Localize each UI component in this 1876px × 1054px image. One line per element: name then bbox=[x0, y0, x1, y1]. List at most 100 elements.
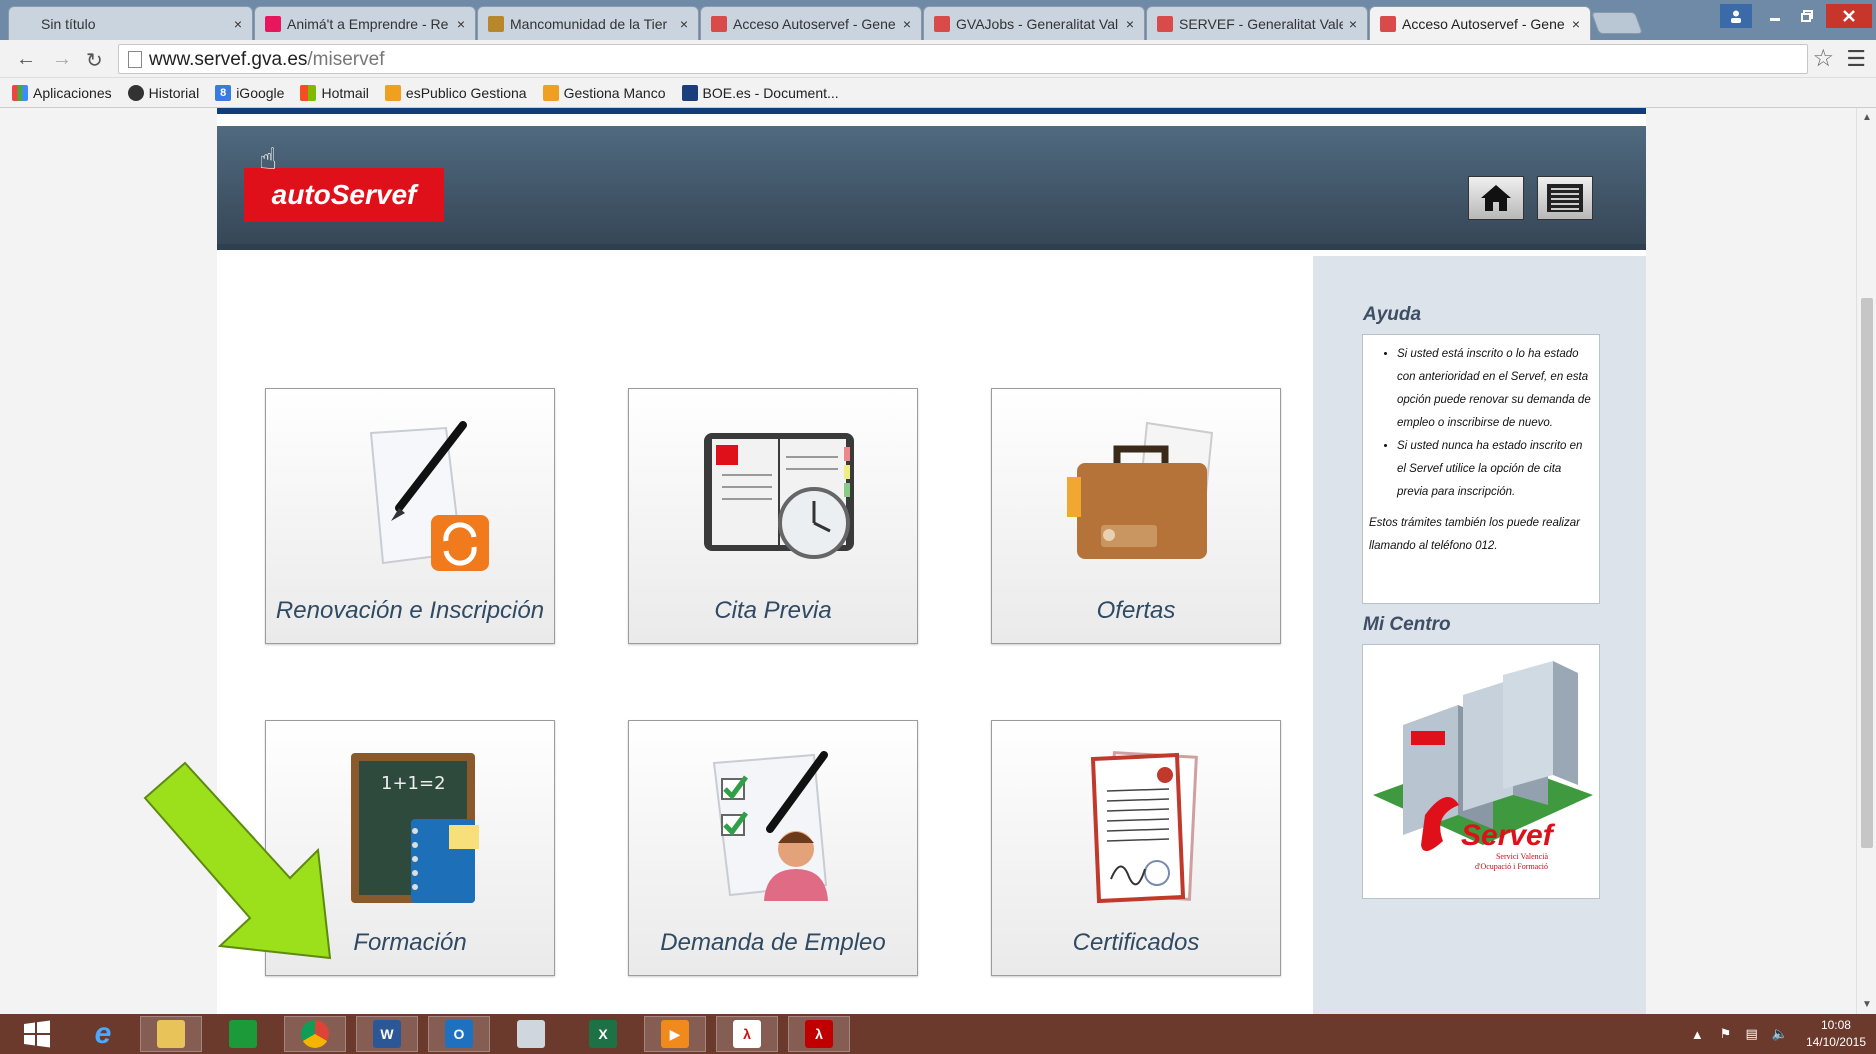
taskbar-calculator[interactable] bbox=[500, 1016, 562, 1052]
start-button[interactable] bbox=[6, 1016, 68, 1052]
gva-favicon-icon bbox=[1380, 15, 1396, 32]
taskbar-acrobat-2[interactable]: λ bbox=[788, 1016, 850, 1052]
tab-title: Animá't a Emprendre - Re bbox=[287, 15, 449, 32]
taskbar-acrobat[interactable]: λ bbox=[716, 1016, 778, 1052]
apps-grid-icon bbox=[12, 84, 28, 101]
tile-ofertas[interactable]: Ofertas bbox=[991, 388, 1281, 644]
tile-certificados[interactable]: Certificados bbox=[991, 720, 1281, 976]
tab-0[interactable]: Sin título × bbox=[8, 6, 253, 40]
servef-sub-text: Servici Valencià bbox=[1496, 852, 1549, 861]
tab-title: GVAJobs - Generalitat Val bbox=[956, 15, 1119, 32]
bookmark-igoogle[interactable]: 8 iGoogle bbox=[215, 84, 284, 101]
tab-4[interactable]: GVAJobs - Generalitat Val × bbox=[923, 6, 1145, 40]
windows-taskbar: e W O X ▶ λ λ ▲ ⚑ ▤ 🔈 10:08 14/10/2015 bbox=[0, 1014, 1876, 1054]
tab-6-active[interactable]: Acceso Autoservef - Gene × bbox=[1369, 6, 1591, 40]
address-bar[interactable]: www.servef.gva.es/miservef bbox=[118, 44, 1808, 74]
close-tab-icon[interactable]: × bbox=[680, 16, 688, 32]
tab-title: SERVEF - Generalitat Valen bbox=[1179, 15, 1343, 32]
close-tab-icon[interactable]: × bbox=[457, 16, 465, 32]
show-hidden-icons-icon[interactable]: ▲ bbox=[1691, 1027, 1704, 1042]
history-icon bbox=[127, 84, 144, 101]
tab-strip: Sin título × Animá't a Emprendre - Re × … bbox=[0, 0, 1876, 40]
internet-explorer-icon: e bbox=[94, 1017, 112, 1050]
tab-2[interactable]: Mancomunidad de la Tier × bbox=[477, 6, 699, 40]
chrome-menu-icon[interactable]: ☰ bbox=[1846, 46, 1866, 72]
bookmark-hotmail[interactable]: Hotmail bbox=[300, 84, 369, 101]
tab-title: Acceso Autoservef - Gene bbox=[1402, 15, 1565, 32]
bookmarks-bar: Aplicaciones Historial 8 iGoogle Hotmail… bbox=[0, 78, 1876, 108]
minimize-icon[interactable] bbox=[1760, 4, 1790, 28]
mi-centro-box[interactable]: Servef Servici Valencià d'Ocupació i For… bbox=[1362, 644, 1600, 899]
folder-icon bbox=[157, 1020, 185, 1048]
clock[interactable]: 10:08 14/10/2015 bbox=[1806, 1017, 1866, 1051]
user-profile-icon[interactable] bbox=[1720, 4, 1752, 28]
page-viewport: autoServef ☝ Renovación e Inscripción Ci… bbox=[0, 108, 1856, 1014]
green-pointer-arrow bbox=[143, 761, 332, 960]
forward-arrow-icon[interactable]: → bbox=[52, 48, 72, 71]
help-item: Si usted nunca ha estado inscrito en el … bbox=[1397, 435, 1593, 504]
tab-5[interactable]: SERVEF - Generalitat Valen × bbox=[1146, 6, 1368, 40]
tile-cita-previa[interactable]: Cita Previa bbox=[628, 388, 918, 644]
new-tab-button[interactable] bbox=[1590, 12, 1644, 34]
bookmark-label: Historial bbox=[148, 84, 200, 101]
close-window-icon[interactable] bbox=[1826, 4, 1872, 28]
taskbar-word[interactable]: W bbox=[356, 1016, 418, 1052]
bookmark-label: Hotmail bbox=[321, 84, 369, 101]
scroll-thumb[interactable] bbox=[1861, 298, 1873, 848]
bookmark-gestiona-manco[interactable]: Gestiona Manco bbox=[542, 84, 666, 101]
windows-logo-icon bbox=[24, 1020, 50, 1048]
taskbar-excel[interactable]: X bbox=[572, 1016, 634, 1052]
close-tab-icon[interactable]: × bbox=[1349, 16, 1357, 32]
logo-text: autoServef bbox=[271, 179, 417, 210]
mancomunidad-favicon-icon bbox=[488, 15, 504, 32]
bookmark-label: BOE.es - Document... bbox=[702, 84, 839, 101]
bookmark-boe[interactable]: BOE.es - Document... bbox=[681, 84, 839, 101]
bookmark-label: Aplicaciones bbox=[33, 84, 112, 101]
reload-icon[interactable]: ↻ bbox=[86, 48, 103, 73]
tile-demanda-empleo[interactable]: Demanda de Empleo bbox=[628, 720, 918, 976]
close-tab-icon[interactable]: × bbox=[234, 16, 242, 32]
network-icon[interactable]: ▤ bbox=[1745, 1026, 1757, 1042]
menu-list-button[interactable] bbox=[1537, 176, 1593, 220]
gva-favicon-icon bbox=[1157, 15, 1173, 32]
taskbar-internet-explorer[interactable]: e bbox=[72, 1016, 134, 1052]
bookmark-historial[interactable]: Historial bbox=[127, 84, 200, 101]
scroll-down-arrow-icon[interactable]: ▼ bbox=[1862, 999, 1872, 1010]
blank-page-icon bbox=[19, 16, 35, 32]
volume-icon[interactable]: 🔈 bbox=[1772, 1026, 1788, 1042]
certificate-icon bbox=[1090, 751, 1198, 904]
restore-icon[interactable] bbox=[1792, 4, 1822, 28]
autoservef-page: autoServef ☝ Renovación e Inscripción Ci… bbox=[217, 108, 1646, 1014]
bookmark-apps[interactable]: Aplicaciones bbox=[12, 84, 112, 101]
tile-renovacion[interactable]: Renovación e Inscripción bbox=[265, 388, 555, 644]
clock-time: 10:08 bbox=[1820, 1018, 1851, 1032]
tab-3[interactable]: Acceso Autoservef - Gene × bbox=[700, 6, 922, 40]
taskbar-outlook[interactable]: O bbox=[428, 1016, 490, 1052]
back-arrow-icon[interactable]: ← bbox=[16, 48, 36, 71]
excel-icon: X bbox=[589, 1020, 617, 1048]
tab-1[interactable]: Animá't a Emprendre - Re × bbox=[254, 6, 476, 40]
taskbar-store[interactable] bbox=[212, 1016, 274, 1052]
scroll-up-arrow-icon[interactable]: ▲ bbox=[1862, 112, 1872, 123]
home-button[interactable] bbox=[1468, 176, 1524, 220]
taskbar-chrome[interactable] bbox=[284, 1016, 346, 1052]
bookmark-espublico[interactable]: esPublico Gestiona bbox=[384, 84, 527, 101]
top-blue-rule bbox=[217, 108, 1646, 114]
agenda-clock-icon bbox=[704, 433, 854, 559]
help-note: Estos trámites también los puede realiza… bbox=[1369, 517, 1580, 552]
bookmark-star-icon[interactable]: ☆ bbox=[1812, 44, 1834, 73]
taskbar-media-player[interactable]: ▶ bbox=[644, 1016, 706, 1052]
close-tab-icon[interactable]: × bbox=[1572, 16, 1580, 32]
action-center-flag-icon[interactable]: ⚑ bbox=[1720, 1026, 1732, 1042]
close-tab-icon[interactable]: × bbox=[903, 16, 911, 32]
chrome-icon bbox=[301, 1020, 329, 1048]
vertical-scrollbar[interactable]: ▲ ▼ bbox=[1856, 108, 1876, 1014]
tab-title: Acceso Autoservef - Gene bbox=[733, 15, 896, 32]
close-tab-icon[interactable]: × bbox=[1126, 16, 1134, 32]
tile-label: Renovación e Inscripción bbox=[275, 597, 545, 624]
tile-label: Certificados bbox=[1072, 929, 1200, 956]
taskbar-file-explorer[interactable] bbox=[140, 1016, 202, 1052]
help-item: Si usted está inscrito o lo ha estado co… bbox=[1397, 343, 1593, 435]
igoogle-icon: 8 bbox=[215, 84, 232, 101]
tab-title: Sin título bbox=[41, 15, 96, 32]
